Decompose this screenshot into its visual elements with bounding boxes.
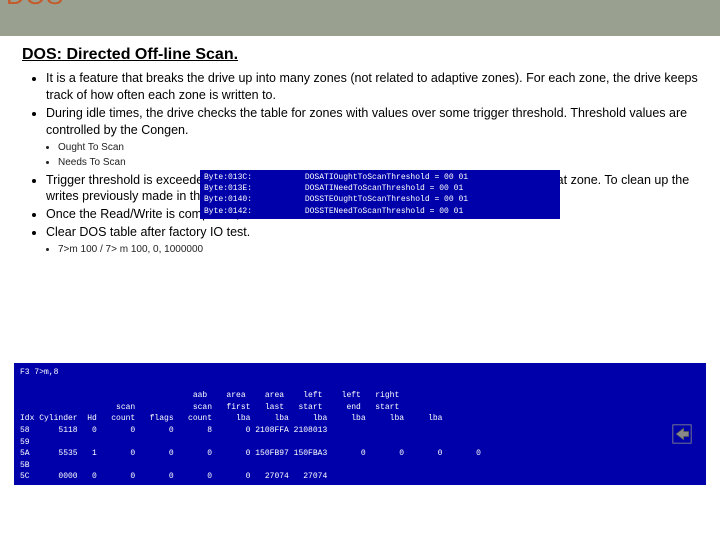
bullet: It is a feature that breaks the drive up…	[46, 70, 698, 104]
sub-list-1: Ought To Scan Needs To Scan	[48, 141, 698, 170]
bullet: Clear DOS table after factory IO test.	[46, 224, 698, 241]
back-arrow-button[interactable]	[672, 424, 692, 444]
term-header: aab area area left left right	[20, 391, 399, 400]
table-row: 58 5118 0 0 0 8 0 2108FFA 2108013	[20, 426, 327, 435]
slide-content: DOS: Directed Off-line Scan. It is a fea…	[0, 36, 720, 263]
terminal-large: F3 7>m,8 aab area area left left right s…	[14, 363, 706, 485]
term-line: Byte:013E: DOSATINeedToScanThreshold = 0…	[204, 184, 463, 193]
terminal-small: Byte:013C: DOSATIOughtToScanThreshold = …	[200, 170, 560, 219]
bullet-list-1: It is a feature that breaks the drive up…	[36, 70, 698, 139]
table-row: 5A 5535 1 0 0 0 0 150FB97 150FBA3 0 0 0 …	[20, 449, 481, 458]
sub-bullet: Ought To Scan	[58, 141, 698, 155]
sub-bullet: 7>m 100 / 7> m 100, 0, 1000000	[58, 243, 698, 257]
table-row: 5B	[20, 461, 30, 470]
table-row: 59	[20, 438, 30, 447]
bullet: During idle times, the drive checks the …	[46, 105, 698, 139]
term-line: Byte:0142: DOSSTENeedToScanThreshold = 0…	[204, 207, 463, 216]
page-title: DOS: Directed Off-line Scan.	[22, 46, 698, 64]
term-line: Byte:013C: DOSATIOughtToScanThreshold = …	[204, 173, 468, 182]
page-big-title: DOS	[6, 0, 64, 11]
term-line: Byte:0140: DOSSTEOughtToScanThreshold = …	[204, 195, 468, 204]
left-arrow-icon	[672, 424, 692, 444]
term-header: Idx Cylinder Hd count flags count lba lb…	[20, 414, 442, 423]
sub-list-2: 7>m 100 / 7> m 100, 0, 1000000	[48, 243, 698, 257]
term-cmd: F3 7>m,8	[20, 368, 58, 377]
sub-bullet: Needs To Scan	[58, 156, 698, 170]
term-header: scan scan first last start end start	[20, 403, 399, 412]
title-band: DOS	[0, 0, 720, 36]
table-row: 5C 0000 0 0 0 0 0 27074 27074	[20, 472, 327, 481]
